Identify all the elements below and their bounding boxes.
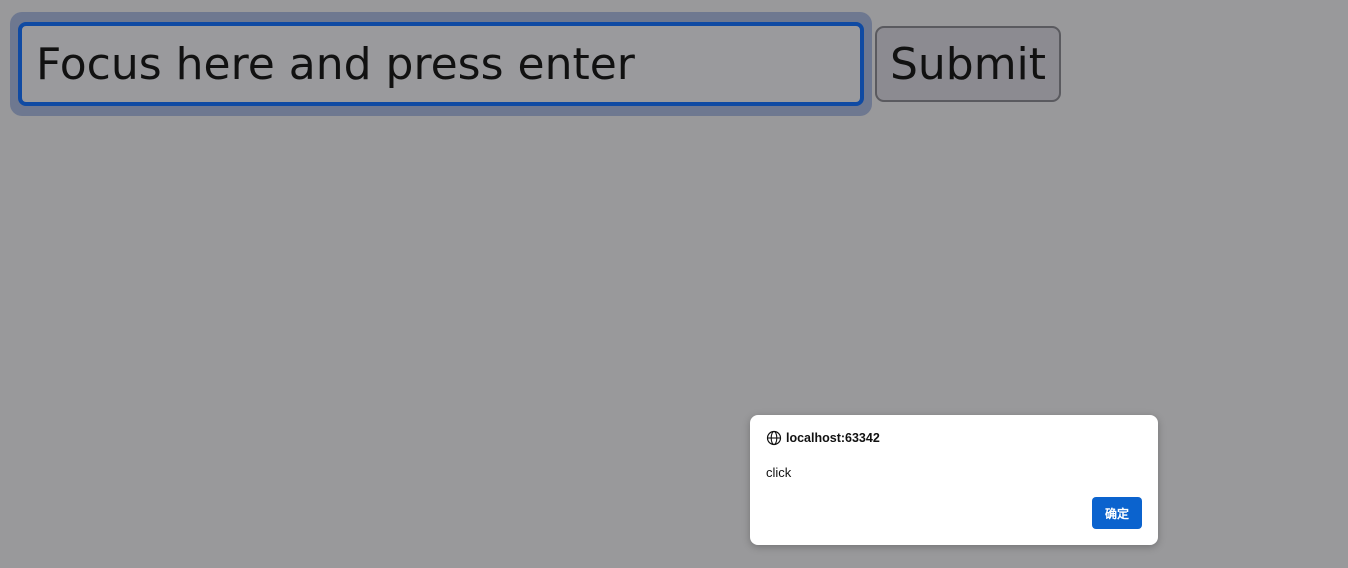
dialog-header: localhost:63342 — [766, 430, 880, 446]
text-input[interactable] — [18, 22, 864, 106]
globe-icon — [766, 430, 782, 446]
dialog-message: click — [766, 465, 792, 480]
submit-button[interactable]: Submit — [875, 26, 1061, 102]
dialog-origin: localhost:63342 — [786, 431, 880, 445]
page: Submit localhost:63342 click 确定 — [0, 0, 1348, 568]
ok-button[interactable]: 确定 — [1092, 497, 1142, 529]
alert-dialog: localhost:63342 click 确定 — [750, 415, 1158, 545]
